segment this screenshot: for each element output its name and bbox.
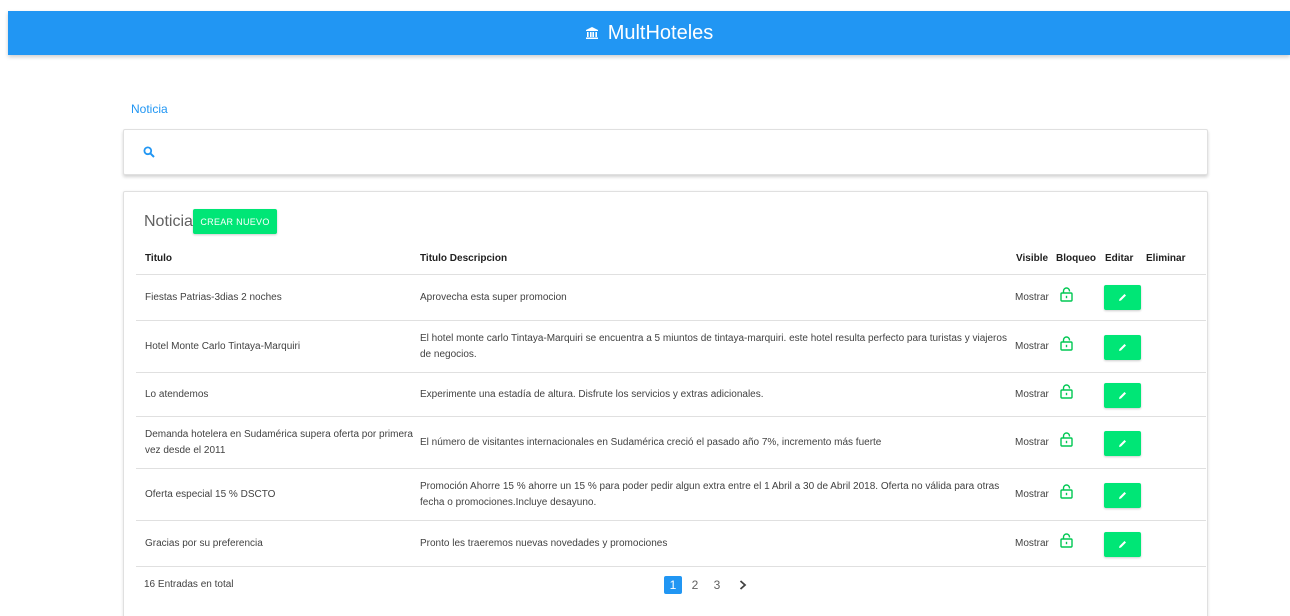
brand[interactable]: MultHoteles xyxy=(585,21,714,45)
visibility-toggle[interactable]: Mostrar xyxy=(1015,387,1049,403)
unlock-icon[interactable] xyxy=(1060,336,1073,357)
search-input[interactable] xyxy=(166,138,1196,168)
card-title: Noticia xyxy=(144,213,193,230)
visibility-toggle[interactable]: Mostrar xyxy=(1015,290,1049,306)
visibility-toggle[interactable]: Mostrar xyxy=(1015,487,1049,503)
unlock-icon[interactable] xyxy=(1060,384,1073,405)
pencil-icon xyxy=(1118,388,1127,403)
row-description: Pronto les traeremos nuevas novedades y … xyxy=(420,538,668,549)
column-header-eliminar[interactable]: Eliminar xyxy=(1146,253,1185,264)
edit-button[interactable] xyxy=(1104,431,1141,456)
total-entries: 16 Entradas en total xyxy=(144,579,234,590)
row-title: Demanda hotelera en Sudamérica supera of… xyxy=(145,429,413,456)
pencil-icon xyxy=(1118,488,1127,503)
edit-button[interactable] xyxy=(1104,285,1141,310)
row-title: Fiestas Patrias-3dias 2 noches xyxy=(145,292,282,303)
row-description: Experimente una estadía de altura. Disfr… xyxy=(420,389,764,400)
edit-button[interactable] xyxy=(1104,532,1141,557)
unlock-icon[interactable] xyxy=(1060,533,1073,554)
table-row: Fiestas Patrias-3dias 2 noches Aprovecha… xyxy=(136,275,1206,321)
column-header-titulo[interactable]: Titulo xyxy=(145,253,172,264)
row-title: Hotel Monte Carlo Tintaya-Marquiri xyxy=(145,341,301,352)
table-row: Oferta especial 15 % DSCTO Promoción Aho… xyxy=(136,469,1206,521)
visibility-toggle[interactable]: Mostrar xyxy=(1015,339,1049,355)
column-header-editar[interactable]: Editar xyxy=(1105,253,1133,264)
column-header-visible[interactable]: Visible xyxy=(1016,253,1048,264)
row-description: El hotel monte carlo Tintaya-Marquiri se… xyxy=(420,333,1007,360)
breadcrumb[interactable]: Noticia xyxy=(131,102,168,116)
page-1-button[interactable]: 1 xyxy=(664,576,682,594)
unlock-icon[interactable] xyxy=(1060,432,1073,453)
visibility-toggle[interactable]: Mostrar xyxy=(1015,435,1049,451)
visibility-toggle[interactable]: Mostrar xyxy=(1015,536,1049,552)
pencil-icon xyxy=(1118,290,1127,305)
edit-button[interactable] xyxy=(1104,483,1141,508)
create-new-button[interactable]: CREAR NUEVO xyxy=(193,209,277,234)
row-title: Gracias por su preferencia xyxy=(145,538,263,549)
edit-button[interactable] xyxy=(1104,383,1141,408)
column-header-bloqueo[interactable]: Bloqueo xyxy=(1056,253,1096,264)
pagination: 1 2 3 xyxy=(664,576,752,594)
news-table-card: Noticia CREAR NUEVO Titulo Titulo Descri… xyxy=(123,191,1208,616)
chevron-right-icon[interactable] xyxy=(734,576,752,594)
bank-icon xyxy=(585,26,599,40)
app-header: MultHoteles xyxy=(8,11,1290,55)
table-row: Hotel Monte Carlo Tintaya-Marquiri El ho… xyxy=(136,321,1206,373)
table-row: Demanda hotelera en Sudamérica supera of… xyxy=(136,417,1206,469)
table-row: Lo atendemos Experimente una estadía de … xyxy=(136,373,1206,417)
page-3-button[interactable]: 3 xyxy=(708,576,726,594)
column-header-descripcion[interactable]: Titulo Descripcion xyxy=(420,253,507,264)
pencil-icon xyxy=(1118,537,1127,552)
table-row: Gracias por su preferencia Pronto les tr… xyxy=(136,521,1206,567)
edit-button[interactable] xyxy=(1104,335,1141,360)
row-description: Promoción Ahorre 15 % ahorre un 15 % par… xyxy=(420,481,1000,508)
row-description: El número de visitantes internacionales … xyxy=(420,437,882,448)
search-card xyxy=(123,129,1208,175)
row-title: Lo atendemos xyxy=(145,389,209,400)
row-title: Oferta especial 15 % DSCTO xyxy=(145,489,276,500)
row-description: Aprovecha esta super promocion xyxy=(420,292,567,303)
unlock-icon[interactable] xyxy=(1060,484,1073,505)
pencil-icon xyxy=(1118,436,1127,451)
search-icon[interactable] xyxy=(143,145,155,163)
unlock-icon[interactable] xyxy=(1060,287,1073,308)
page-2-button[interactable]: 2 xyxy=(686,576,704,594)
pencil-icon xyxy=(1118,340,1127,355)
app-title: MultHoteles xyxy=(607,21,714,44)
